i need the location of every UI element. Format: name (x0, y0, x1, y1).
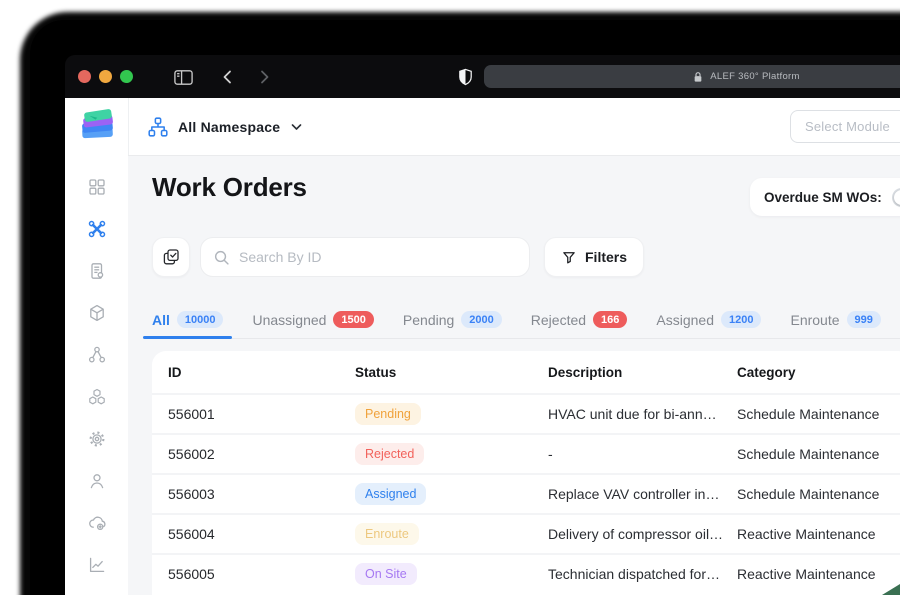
sidebar-item-cloud-sync[interactable] (87, 513, 107, 533)
tab-rejected[interactable]: Rejected 166 (531, 301, 628, 338)
namespace-label: All Namespace (178, 118, 281, 135)
status-badge: Pending (355, 403, 421, 425)
sidebar-item-settings[interactable] (87, 429, 107, 449)
table-row[interactable]: 556005 On Site Technician dispatched for… (152, 553, 900, 593)
sidebar-item-analytics[interactable] (87, 555, 107, 575)
cell-description: - (548, 446, 553, 462)
cell-category: Reactive Maintenance (737, 566, 876, 582)
table-row[interactable]: 556002 Rejected - Schedule Maintenance (152, 433, 900, 473)
sidebar-item-modules[interactable] (87, 387, 107, 407)
tab-count-badge: 999 (846, 311, 881, 328)
cell-id: 556002 (168, 446, 215, 462)
app-logo[interactable] (77, 106, 119, 146)
lock-icon (693, 71, 703, 83)
module-select-placeholder: Select Module (805, 119, 890, 134)
status-tabs: All 10000 Unassigned 1500 Pending 2000 R… (142, 301, 900, 339)
zoom-window-button[interactable] (120, 70, 133, 83)
close-window-button[interactable] (78, 70, 91, 83)
cell-id: 556004 (168, 526, 215, 542)
sidebar-item-users[interactable] (87, 471, 107, 491)
sidebar-item-assets[interactable] (87, 303, 107, 323)
header-divider (128, 98, 129, 155)
status-badge: Rejected (355, 443, 425, 465)
tab-label: Pending (402, 311, 455, 328)
chevron-down-icon (291, 123, 302, 131)
status-badge: Assigned (355, 483, 427, 505)
cell-description: Replace VAV controller in… (548, 486, 720, 502)
address-bar-text: ALEF 360° Platform (710, 71, 800, 82)
table-row[interactable]: 556001 Pending HVAC unit due for bi-ann…… (152, 393, 900, 433)
sidebar-item-hierarchy[interactable] (87, 345, 107, 365)
toggle-knob (893, 189, 900, 205)
tab-label: Unassigned (252, 311, 327, 328)
bulk-select-button[interactable] (152, 237, 190, 277)
search-box (200, 237, 530, 277)
screenshot-stage: ALEF 360° Platform All Namespace Select … (0, 0, 900, 595)
column-header-category: Category (737, 364, 796, 380)
app-root: All Namespace Select Module Work Orders … (65, 98, 900, 595)
tab-label: Enroute (790, 311, 840, 328)
tab-count-badge: 1500 (333, 311, 374, 328)
tab-label: Rejected (530, 311, 587, 328)
filter-funnel-icon (561, 249, 577, 266)
back-icon[interactable] (217, 66, 239, 88)
cell-category: Schedule Maintenance (737, 446, 880, 462)
browser-window: ALEF 360° Platform All Namespace Select … (65, 55, 900, 595)
overdue-toggle-switch[interactable] (891, 187, 900, 207)
browser-sidebar-toggle-icon[interactable] (172, 66, 194, 88)
tab-count-badge: 10000 (176, 311, 224, 328)
app-header: All Namespace Select Module (65, 98, 900, 155)
tab-count-badge: 166 (593, 311, 628, 328)
column-header-description: Description (548, 364, 623, 380)
table-header-row: ID Status Description Category (152, 351, 900, 393)
sidebar-item-dashboard[interactable] (87, 177, 107, 197)
cell-id: 556005 (168, 566, 215, 582)
cell-category: Schedule Maintenance (737, 406, 880, 422)
work-orders-table: ID Status Description Category 556001 Pe… (152, 351, 900, 595)
search-input[interactable] (239, 249, 517, 265)
sidebar (65, 155, 128, 595)
cell-category: Reactive Maintenance (737, 526, 876, 542)
main-content: Work Orders Overdue SM WOs: Search By ID… (128, 155, 900, 595)
table-row[interactable]: 556003 Assigned Replace VAV controller i… (152, 473, 900, 513)
namespace-icon (147, 116, 169, 138)
tab-count-badge: 2000 (461, 311, 502, 328)
table-row[interactable]: 556004 Enroute Delivery of compressor oi… (152, 513, 900, 553)
namespace-selector[interactable]: All Namespace (147, 98, 302, 155)
column-header-id: ID (168, 364, 182, 380)
forward-icon[interactable] (253, 66, 275, 88)
status-badge: Enroute (355, 523, 419, 545)
column-header-status: Status (355, 364, 397, 380)
overdue-toggle-card: Overdue SM WOs: (750, 178, 900, 216)
tab-label: All (152, 311, 170, 328)
tab-label: Assigned (656, 311, 714, 328)
search-icon (213, 249, 230, 266)
browser-chrome-bar: ALEF 360° Platform (65, 55, 900, 98)
cell-category: Schedule Maintenance (737, 486, 880, 502)
privacy-shield-icon[interactable] (454, 66, 476, 88)
tab-count-badge: 1200 (721, 311, 762, 328)
overdue-toggle-label: Overdue SM WOs: (764, 189, 882, 205)
cell-description: HVAC unit due for bi-ann… (548, 406, 717, 422)
tab-assigned[interactable]: Assigned 1200 (656, 301, 762, 338)
page-title: Work Orders (152, 172, 307, 202)
sidebar-item-work-orders[interactable] (87, 219, 107, 239)
module-select[interactable]: Select Module (790, 110, 900, 143)
cell-description: Delivery of compressor oil… (548, 526, 724, 542)
sidebar-item-documents[interactable] (87, 261, 107, 281)
tab-all[interactable]: All 10000 (142, 301, 234, 339)
tab-unassigned[interactable]: Unassigned 1500 (252, 301, 374, 338)
app-body: Work Orders Overdue SM WOs: Search By ID… (65, 155, 900, 595)
tab-pending[interactable]: Pending 2000 (403, 301, 502, 338)
address-bar[interactable]: ALEF 360° Platform (484, 65, 900, 88)
minimize-window-button[interactable] (99, 70, 112, 83)
cell-id: 556001 (168, 406, 215, 422)
tab-enroute[interactable]: Enroute 999 (790, 301, 881, 338)
cell-description: Technician dispatched for… (548, 566, 720, 582)
bulk-select-icon (163, 249, 179, 265)
filters-label: Filters (585, 249, 628, 265)
filters-button[interactable]: Filters (544, 237, 645, 277)
cell-id: 556003 (168, 486, 215, 502)
status-badge: On Site (355, 563, 417, 585)
